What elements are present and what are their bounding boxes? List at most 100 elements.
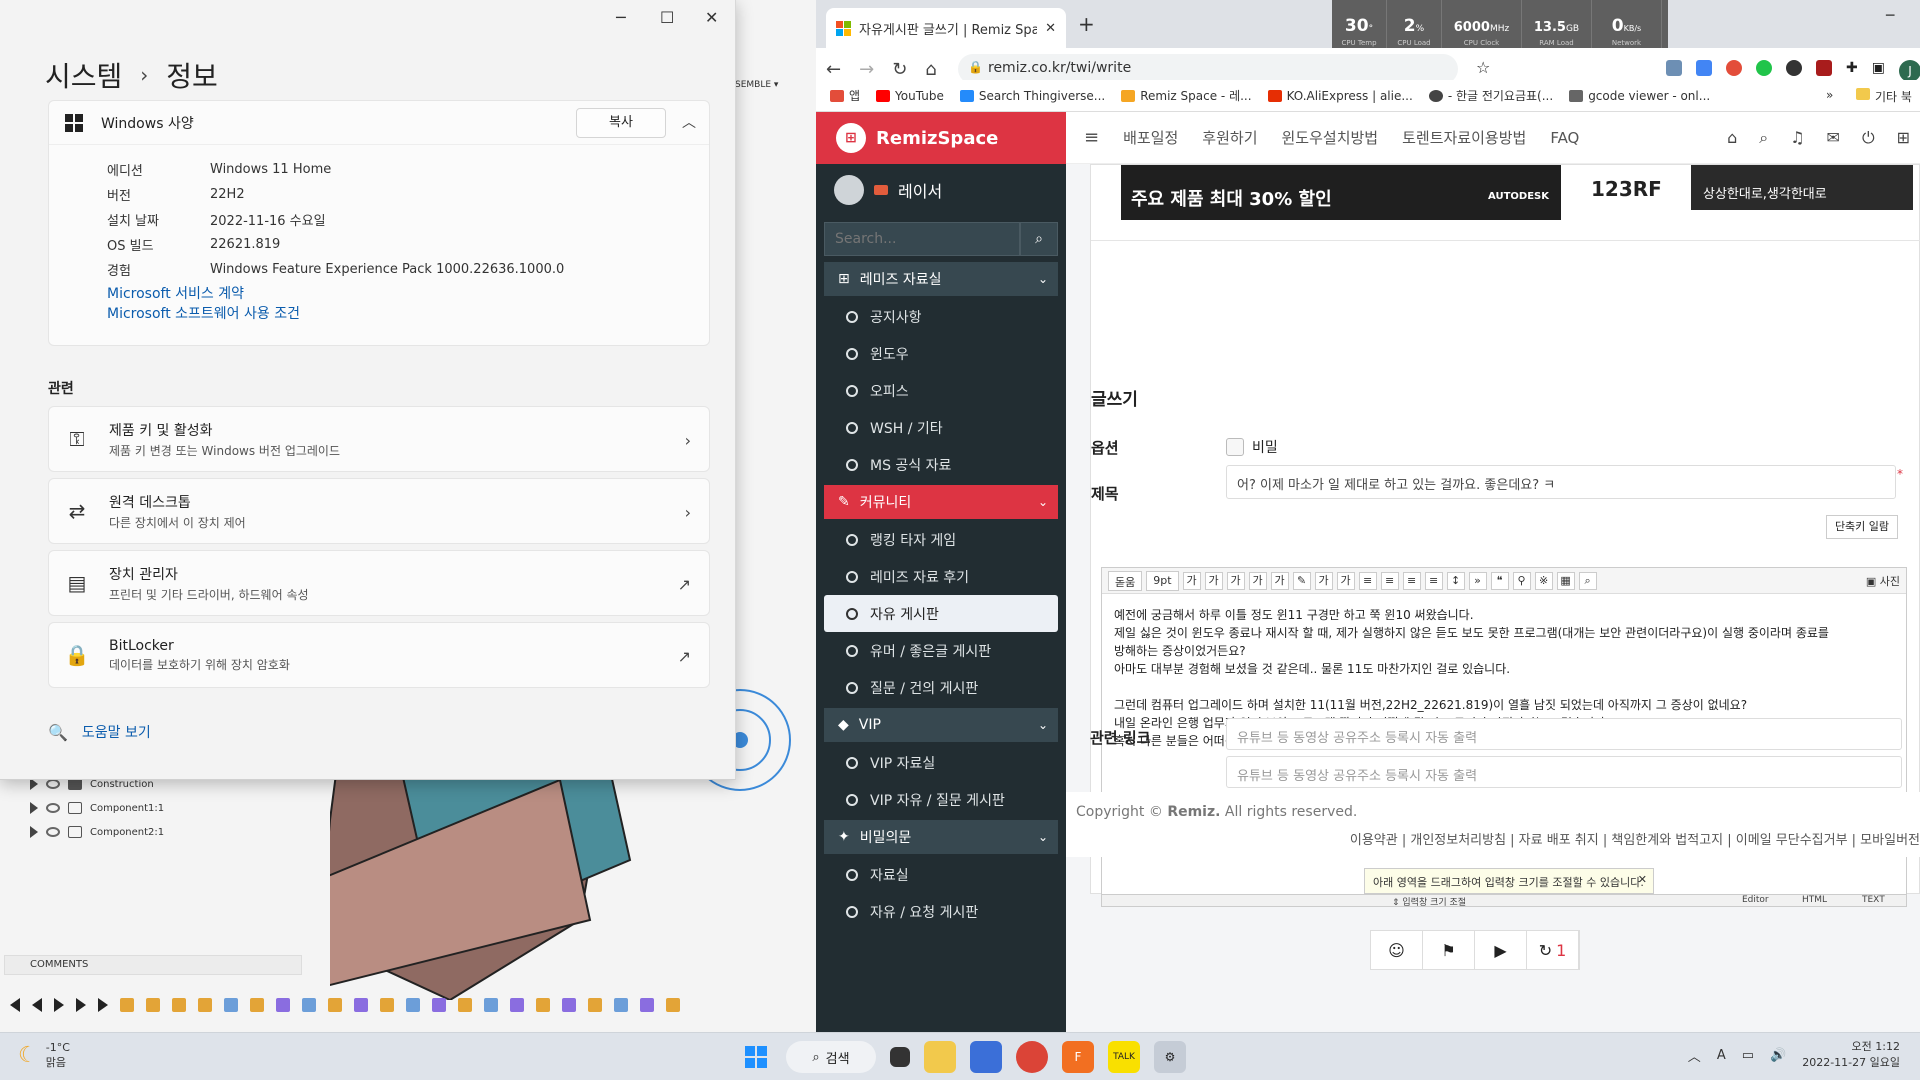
first-frame-icon[interactable] [10, 998, 20, 1012]
start-icon[interactable] [740, 1041, 772, 1073]
align-justify-icon[interactable]: ≡ [1424, 571, 1443, 590]
tab-close-icon[interactable]: ✕ [1045, 21, 1056, 36]
related-remote-desktop[interactable]: ⇄ 원격 데스크톱 다른 장치에서 이 장치 제어 › [48, 478, 710, 544]
menu-item[interactable]: 공지사항 [824, 298, 1058, 335]
bookmark-star-icon[interactable]: ☆ [1476, 58, 1490, 77]
timeline-feature-icon[interactable] [458, 998, 472, 1012]
highlight-icon[interactable]: ✎ [1292, 571, 1311, 590]
find-icon[interactable]: ⌕ [1578, 571, 1597, 590]
play-icon[interactable] [54, 998, 64, 1012]
expand-icon[interactable] [30, 802, 38, 814]
menu-item[interactable]: 윈도우 [824, 335, 1058, 372]
footer-links[interactable]: 이용약관 | 개인정보처리방침 | 자료 배포 취지 | 책임한계와 법적고지 … [1350, 829, 1920, 848]
profile-avatar[interactable]: J [1898, 60, 1920, 82]
settings-gear-icon[interactable]: ⚙ [1154, 1041, 1186, 1073]
weather-widget[interactable]: ☾ -1°C 맑음 [18, 1041, 70, 1070]
task-view-icon[interactable] [890, 1047, 910, 1067]
font-select[interactable]: 돋움 [1108, 570, 1143, 591]
related-link-input-2[interactable]: 유튜브 등 동영상 공유주소 등록시 자동 출력 [1226, 756, 1902, 788]
emoji-icon[interactable]: ☺ [1371, 931, 1423, 969]
related-device-manager[interactable]: ▤ 장치 관리자 프린터 및 기타 드라이버, 하드웨어 속성 ↗ [48, 550, 710, 616]
ms-service-agreement-link[interactable]: Microsoft 서비스 계약 [107, 284, 709, 304]
strikethrough-icon[interactable]: 가 [1248, 571, 1267, 590]
more-icon[interactable]: » [1468, 571, 1487, 590]
last-frame-icon[interactable] [98, 998, 108, 1012]
secret-checkbox[interactable]: 비밀 [1226, 437, 1278, 457]
special-char-icon[interactable]: ※ [1534, 571, 1553, 590]
underline-icon[interactable]: 가 [1204, 571, 1223, 590]
nav-item[interactable]: 후원하기 [1202, 127, 1257, 148]
other-bookmarks[interactable]: 기타 북 [1856, 88, 1912, 105]
subscript-icon[interactable]: 가 [1336, 571, 1355, 590]
bookmark-gcode[interactable]: gcode viewer - onl... [1569, 89, 1710, 103]
timeline-feature-icon[interactable] [406, 998, 420, 1012]
home-icon[interactable]: ⌂ [1727, 128, 1737, 148]
timeline-feature-icon[interactable] [354, 998, 368, 1012]
shortcut-button[interactable]: 단축키 일람 [1826, 515, 1898, 539]
menu-item[interactable]: 오피스 [824, 372, 1058, 409]
eye-icon[interactable] [46, 779, 60, 789]
ad-banner[interactable]: 주요 제품 최대 30% 할인 AUTODESK [1121, 165, 1561, 220]
timeline-feature-icon[interactable] [380, 998, 394, 1012]
kakaotalk-icon[interactable]: TALK [1108, 1041, 1140, 1073]
new-tab-icon[interactable]: + [1078, 12, 1095, 36]
editor-mode-tab[interactable]: Editor [1742, 895, 1769, 905]
fusion-app-icon[interactable]: F [1062, 1041, 1094, 1073]
timeline-feature-icon[interactable] [224, 998, 238, 1012]
menu-item[interactable]: 질문 / 건의 게시판 [824, 669, 1058, 706]
close-icon[interactable]: ✕ [705, 8, 718, 27]
timeline-feature-icon[interactable] [640, 998, 654, 1012]
html-mode-tab[interactable]: HTML [1802, 895, 1827, 905]
align-center-icon[interactable]: ≡ [1380, 571, 1399, 590]
extension-icon[interactable] [1726, 60, 1742, 76]
quote-icon[interactable]: ❝ [1490, 571, 1509, 590]
menu-item[interactable]: 자료실 [824, 856, 1058, 893]
bookmark-more-icon[interactable]: » [1826, 88, 1833, 102]
bell-icon[interactable]: ♫ [1790, 128, 1804, 148]
chevron-up-icon[interactable]: ︿ [682, 112, 696, 132]
timeline-feature-icon[interactable] [120, 998, 134, 1012]
menu-item[interactable]: 자유 게시판 [824, 595, 1058, 632]
superscript-icon[interactable]: 가 [1314, 571, 1333, 590]
bookmark-aliexpress[interactable]: KO.AliExpress | alie... [1267, 89, 1413, 103]
ad-123rf[interactable]: 123RF [1591, 165, 1671, 201]
link-icon[interactable]: ⚲ [1512, 571, 1531, 590]
help-link[interactable]: 🔍 도움말 보기 [48, 722, 151, 742]
expand-icon[interactable] [30, 826, 38, 838]
bold-icon[interactable]: 가 [1182, 571, 1201, 590]
tree-row[interactable]: Component2:1 [30, 820, 330, 844]
timeline-feature-icon[interactable] [432, 998, 446, 1012]
menu-item[interactable]: 랭킹 타자 게임 [824, 521, 1058, 558]
maximize-icon[interactable]: ☐ [660, 8, 674, 27]
next-frame-icon[interactable] [76, 998, 86, 1012]
timeline-feature-icon[interactable] [276, 998, 290, 1012]
align-right-icon[interactable]: ≡ [1402, 571, 1421, 590]
tree-row[interactable]: Component1:1 [30, 796, 330, 820]
menu-section[interactable]: ✎ 커뮤니티 ⌄ [824, 485, 1058, 519]
menu-section[interactable]: ⊞ 레미즈 자료실 ⌄ [824, 262, 1058, 296]
bookmark-electric[interactable]: - 한글 전기요금표(... [1428, 87, 1553, 104]
extensions-puzzle-icon[interactable]: ✚ [1846, 60, 1858, 82]
size-select[interactable]: 9pt [1146, 570, 1179, 591]
extension-icon[interactable] [1816, 60, 1832, 76]
line-height-icon[interactable]: ↕ [1446, 571, 1465, 590]
menu-section[interactable]: ✦ 비밀의문 ⌄ [824, 820, 1058, 854]
search-icon[interactable]: ⌕ [1759, 128, 1768, 148]
bookmark-youtube[interactable]: YouTube [876, 89, 944, 103]
chrome-icon[interactable] [1016, 1041, 1048, 1073]
copy-button[interactable]: 복사 [576, 108, 666, 138]
menu-item[interactable]: 레미즈 자료 후기 [824, 558, 1058, 595]
reload-icon[interactable]: ↻ [892, 59, 907, 80]
timeline-feature-icon[interactable] [328, 998, 342, 1012]
home-icon[interactable]: ⌂ [925, 59, 936, 80]
minimize-icon[interactable]: ─ [616, 8, 626, 27]
table-icon[interactable]: ▦ [1556, 571, 1575, 590]
breadcrumb-parent[interactable]: 시스템 [45, 55, 122, 95]
timeline-feature-icon[interactable] [484, 998, 498, 1012]
ms-license-terms-link[interactable]: Microsoft 소프트웨어 사용 조건 [107, 304, 709, 324]
extension-icon[interactable] [1666, 60, 1682, 76]
prev-frame-icon[interactable] [32, 998, 42, 1012]
extension-icon[interactable] [1756, 60, 1772, 76]
taskbar-search[interactable]: ⌕ 검색 [786, 1041, 876, 1073]
checkbox[interactable] [1226, 438, 1244, 456]
